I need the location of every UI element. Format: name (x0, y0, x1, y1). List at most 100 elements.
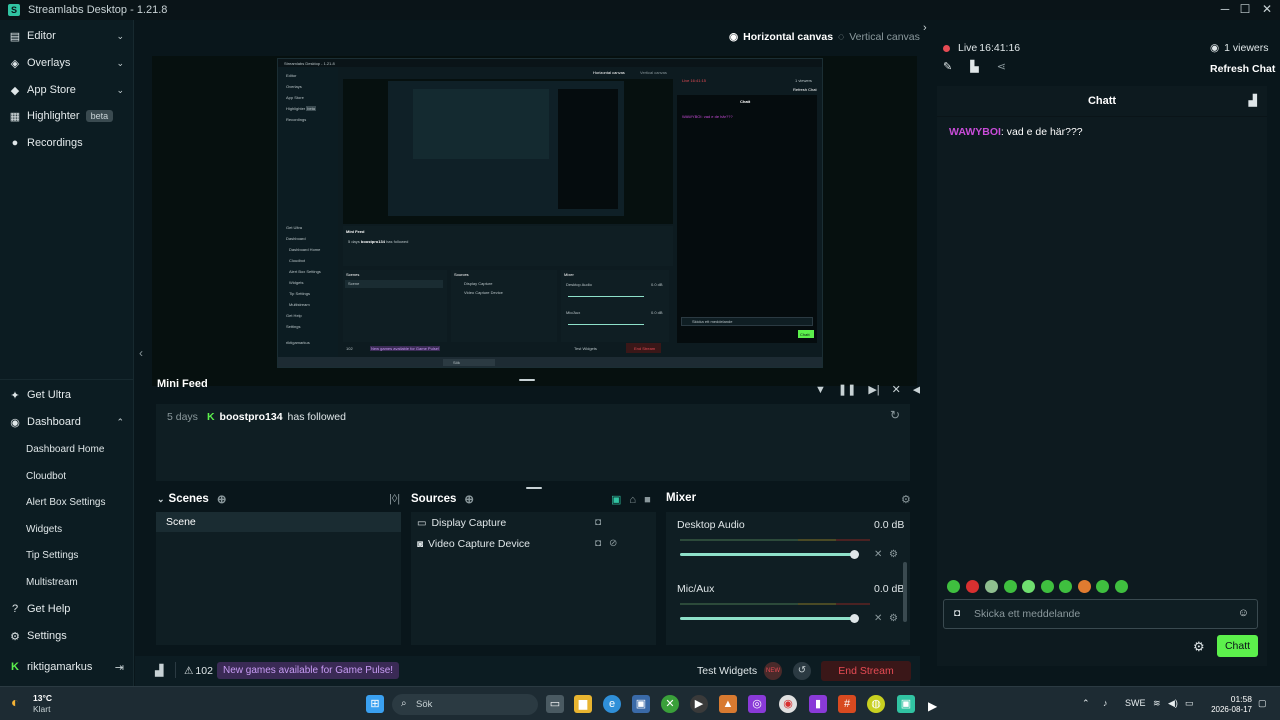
taskbar-search[interactable]: ⌕ Sök (392, 694, 538, 715)
emote-icon[interactable] (1004, 580, 1017, 593)
widgets-link[interactable]: Widgets (26, 524, 62, 535)
sidebar-user[interactable]: K riktigamarkus ⇥ (0, 655, 134, 679)
collapse-right-icon[interactable]: › (923, 22, 927, 34)
volume-slider[interactable] (680, 614, 859, 623)
vertical-canvas-button[interactable]: ◌ Vertical canvas (838, 31, 920, 43)
refresh-chat-button[interactable]: Refresh Chat (1210, 63, 1275, 75)
wifi-icon[interactable]: ≋ (1153, 698, 1161, 709)
mute-icon[interactable]: ✕ (874, 613, 882, 624)
mute-alerts-icon[interactable]: ✕ (892, 383, 901, 396)
clock-time[interactable]: 01:58 (1224, 694, 1252, 704)
store-icon[interactable]: ▣ (632, 695, 650, 713)
emote-icon[interactable] (985, 580, 998, 593)
emote-icon[interactable] (1078, 580, 1091, 593)
slack-icon[interactable]: # (838, 695, 856, 713)
filter-icon[interactable]: ▼ (815, 384, 826, 396)
chrome-icon[interactable]: ◉ (779, 695, 797, 713)
streamlabs-taskbar-icon[interactable]: ▣ (897, 695, 915, 713)
volume-slider-knob[interactable] (850, 550, 859, 559)
xbox-icon[interactable]: ✕ (661, 695, 679, 713)
tip-settings-link[interactable]: Tip Settings (26, 550, 78, 561)
sidebar-item-dashboard[interactable]: ◉ Dashboard ⌃ (0, 410, 134, 434)
file-explorer-icon[interactable]: ▆ (574, 695, 592, 713)
sidebar-item-get-ultra[interactable]: ✦ Get Ultra (0, 383, 134, 407)
chevron-down-icon[interactable]: ⌄ (157, 494, 165, 505)
replay-icon[interactable]: ↺ (793, 662, 811, 680)
add-scene-icon[interactable]: ⊕ (217, 492, 227, 506)
emote-icon[interactable] (1115, 580, 1128, 593)
photos-icon[interactable]: ▲ (719, 695, 737, 713)
twitch-icon[interactable]: ▮ (809, 695, 827, 713)
eye-off-icon[interactable]: ⊘ (609, 538, 617, 549)
dashboard-home-link[interactable]: Dashboard Home (26, 444, 104, 455)
tray-chevron-icon[interactable]: ⌃ (1082, 698, 1090, 709)
media-player-icon[interactable]: ▶ (690, 695, 708, 713)
emote-icon[interactable] (1096, 580, 1109, 593)
stream-preview[interactable]: Streamlabs Desktop - 1.21.8 Editor Overl… (139, 56, 926, 386)
scene-item[interactable]: Scene (156, 512, 401, 532)
language-indicator[interactable]: SWE (1125, 698, 1146, 708)
start-icon[interactable]: ⊞ (366, 695, 384, 713)
microphone-icon[interactable]: ♪ (1103, 698, 1108, 708)
maximize-button[interactable]: ☐ (1234, 0, 1256, 20)
skip-icon[interactable]: ▶| (868, 383, 879, 396)
notification-icon[interactable]: ▢ (1258, 698, 1267, 709)
multistream-link[interactable]: Multistream (26, 577, 78, 588)
app-icon[interactable]: ◍ (867, 695, 885, 713)
add-source-icon[interactable]: ⊕ (464, 492, 474, 506)
source-folder-icon[interactable]: ⌂ (629, 494, 636, 506)
sidebar-item-highlighter[interactable]: ▦ Highlighter beta (0, 104, 134, 128)
app-icon[interactable]: ◎ (748, 695, 766, 713)
channel-settings-icon[interactable]: ⚙ (889, 613, 898, 624)
chat-send-button[interactable]: Chatt (1217, 635, 1258, 657)
sidebar-item-app-store[interactable]: ◆ App Store ⌄ (0, 78, 134, 102)
alert-box-settings-link[interactable]: Alert Box Settings (26, 497, 105, 508)
scene-collection-icon[interactable]: |◊| (389, 493, 400, 505)
weather-icon[interactable]: ◐ (11, 694, 19, 710)
logout-icon[interactable]: ⇥ (115, 661, 124, 674)
edit-icon[interactable]: ✎ (943, 60, 952, 73)
chevron-up-icon[interactable]: ⌃ (116, 417, 124, 428)
folder-icon[interactable]: ■ (644, 494, 651, 506)
game-pulse-notification[interactable]: New games available for Game Pulse! (217, 662, 400, 679)
refresh-icon[interactable]: ↻ (890, 408, 900, 422)
sidebar-item-recordings[interactable]: ● Recordings (0, 131, 134, 155)
share-icon[interactable]: ⋖ (997, 60, 1006, 73)
cloudbot-link[interactable]: Cloudbot (26, 471, 66, 482)
mute-icon[interactable]: ✕ (874, 549, 882, 560)
close-button[interactable]: ✕ (1256, 0, 1278, 20)
emote-icon[interactable] (1041, 580, 1054, 593)
sidebar-item-overlays[interactable]: ◈ Overlays ⌄ (0, 51, 134, 75)
chevron-down-icon[interactable]: ⌄ (116, 31, 124, 42)
source-item[interactable]: ▭ Display Capture (417, 517, 506, 529)
emote-icon[interactable] (947, 580, 960, 593)
volume-slider-knob[interactable] (850, 614, 859, 623)
source-item[interactable]: ◙ Video Capture Device (417, 538, 530, 550)
minimize-button[interactable]: ─ (1214, 0, 1236, 20)
lock-icon[interactable]: ◘ (595, 538, 601, 549)
drag-handle[interactable] (519, 379, 535, 381)
battery-icon[interactable]: ▭ (1185, 698, 1194, 709)
horizontal-canvas-button[interactable]: ◉ Horizontal canvas (729, 31, 833, 43)
chat-input[interactable]: ◘ Skicka ett meddelande ☺ (943, 599, 1258, 629)
sidebar-item-settings[interactable]: ⚙ Settings (0, 624, 134, 648)
folder-icon[interactable]: ▙ (970, 60, 978, 73)
lock-icon[interactable]: ◘ (595, 517, 601, 528)
collapse-left-icon[interactable]: ‹ (139, 346, 143, 360)
chat-settings-icon[interactable]: ⚙ (1193, 639, 1205, 655)
sidebar-item-get-help[interactable]: ? Get Help (0, 597, 134, 621)
mixer-scrollbar[interactable] (903, 562, 907, 622)
end-stream-button[interactable]: End Stream (821, 661, 911, 681)
task-view-icon[interactable]: ▭ (546, 695, 564, 713)
edge-icon[interactable]: e (603, 695, 621, 713)
volume-slider[interactable] (680, 550, 859, 559)
emote-icon[interactable] (1022, 580, 1035, 593)
chevron-down-icon[interactable]: ⌄ (116, 58, 124, 69)
emote-icon[interactable] (966, 580, 979, 593)
pause-icon[interactable]: ❚❚ (838, 383, 856, 396)
alerts-counter[interactable]: ⚠ 102 (184, 665, 213, 677)
drag-handle[interactable] (526, 487, 542, 489)
sidebar-item-editor[interactable]: ▤ Editor ⌄ (0, 24, 134, 48)
clock-date[interactable]: 2026-08-17 (1207, 705, 1252, 714)
mixer-settings-icon[interactable]: ⚙ (901, 493, 911, 506)
